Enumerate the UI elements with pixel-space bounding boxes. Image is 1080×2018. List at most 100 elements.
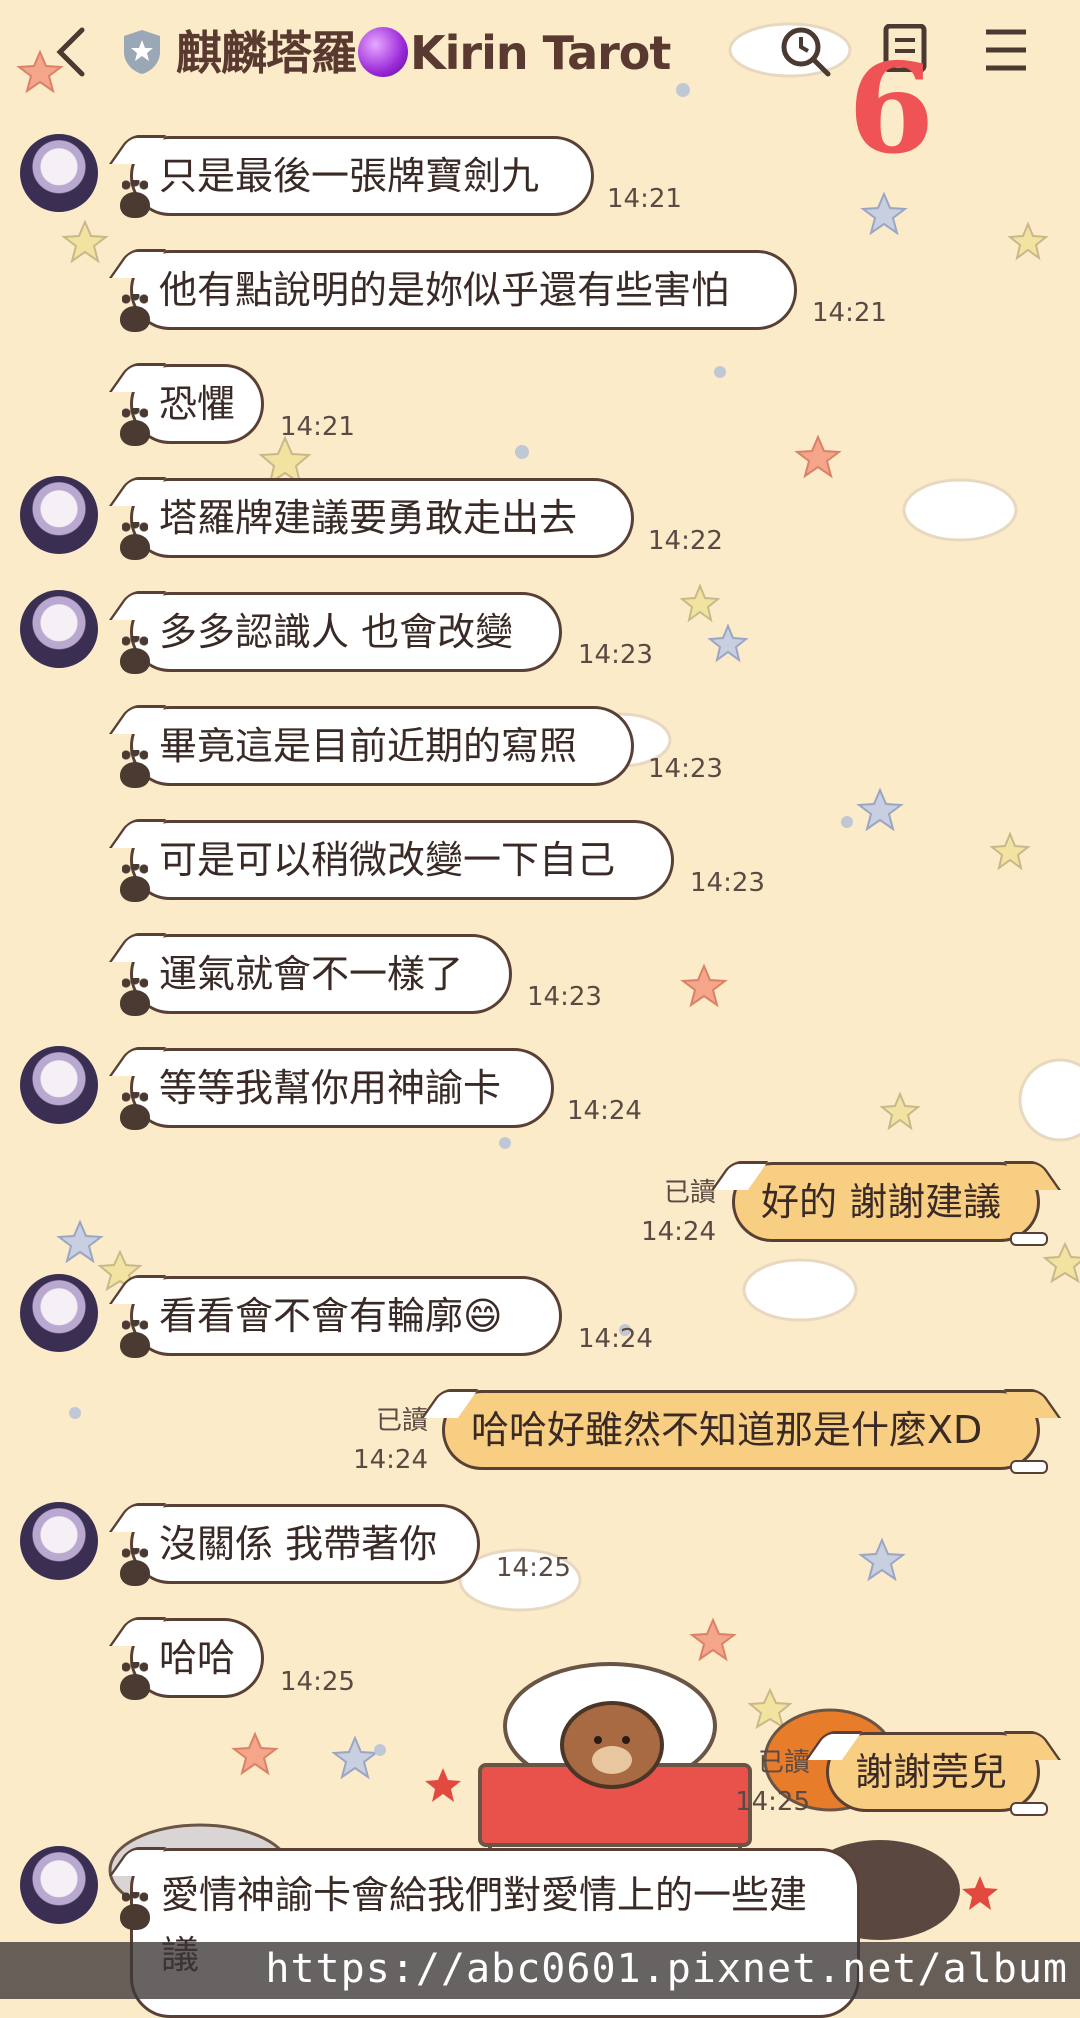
message-bubble[interactable]: 塔羅牌建議要勇敢走出去 (130, 478, 634, 558)
read-receipt: 已讀 14:24 (641, 1178, 716, 1247)
star-icon (231, 1731, 279, 1776)
message-time: 14:25 (280, 1667, 355, 1697)
star-icon (794, 434, 842, 479)
star-icon (331, 1735, 379, 1780)
message-time: 14:25 (496, 1553, 571, 1583)
message-time: 14:24 (578, 1324, 653, 1354)
message-bubble[interactable]: 恐懼 (130, 364, 264, 444)
star-icon (679, 583, 721, 623)
star-icon (989, 831, 1031, 871)
paw-icon (120, 636, 150, 674)
star-icon (858, 1537, 906, 1582)
bone-icon (1010, 1232, 1048, 1246)
message-text: 塔羅牌建議要勇敢走出去 (159, 496, 578, 540)
message-time: 14:24 (567, 1096, 642, 1126)
sender-avatar[interactable] (20, 134, 98, 212)
read-receipt: 已讀 14:24 (353, 1406, 428, 1475)
watermark-url: https://abc0601.pixnet.net/album (265, 1946, 1068, 1992)
message-bubble[interactable]: 謝謝莞兒 (826, 1732, 1040, 1812)
message-bubble[interactable]: 他有點說明的是妳似乎還有些害怕 (130, 250, 797, 330)
cloud-icon (902, 478, 1018, 542)
message-bubble[interactable]: 哈哈 (130, 1618, 264, 1698)
message-time: 14:23 (690, 868, 765, 898)
paw-icon (120, 180, 150, 218)
sender-avatar[interactable] (20, 1846, 98, 1924)
message-bubble[interactable]: 哈哈好雖然不知道那是什麼XD (442, 1390, 1040, 1470)
star-icon (856, 787, 904, 832)
message-text: 多多認識人 也會改變 (159, 610, 514, 654)
chevron-left-icon[interactable] (50, 24, 90, 80)
message-text: 恐懼 (159, 382, 236, 426)
message-bubble[interactable]: 可是可以稍微改變一下自己 (130, 820, 674, 900)
message-bubble[interactable]: 多多認識人 也會改變 (130, 592, 562, 672)
message-bubble[interactable]: 等等我幫你用神諭卡 (130, 1048, 554, 1128)
star-icon (680, 963, 728, 1008)
search-icon[interactable] (778, 24, 834, 80)
paw-icon (120, 408, 150, 446)
sender-avatar[interactable] (20, 1274, 98, 1352)
message-bubble[interactable]: 好的 謝謝建議 (732, 1162, 1040, 1242)
paw-icon (120, 522, 150, 560)
message-text: 好的 謝謝建議 (761, 1180, 1002, 1224)
paw-icon (120, 1662, 150, 1700)
message-text: 只是最後一張牌寶劍九 (159, 154, 540, 198)
message-text: 他有點說明的是妳似乎還有些害怕 (159, 268, 730, 312)
chat-title: 麒麟塔羅 Kirin Tarot (176, 26, 671, 80)
message-bubble[interactable]: 運氣就會不一樣了 (130, 934, 512, 1014)
paw-icon (120, 978, 150, 1016)
message-text: 等等我幫你用神諭卡 (159, 1066, 502, 1110)
star-icon (1042, 1241, 1080, 1284)
star-icon (879, 1091, 921, 1131)
star-icon (707, 623, 749, 663)
message-text: 可是可以稍微改變一下自己 (159, 838, 616, 882)
watermark-bar: https://abc0601.pixnet.net/album (0, 1942, 1080, 1999)
message-text: 沒關係 我帶著你 (159, 1522, 438, 1566)
read-receipt: 已讀 14:25 (735, 1748, 810, 1817)
paw-icon (120, 1320, 150, 1358)
message-bubble[interactable]: 沒關係 我帶著你 (130, 1504, 480, 1584)
shield-star-icon (124, 30, 160, 74)
sender-avatar[interactable] (20, 476, 98, 554)
cloud-icon (742, 1258, 858, 1322)
message-text: 哈哈好雖然不知道那是什麼XD (471, 1408, 983, 1452)
star-icon (747, 1687, 793, 1730)
bone-icon (1010, 1460, 1048, 1474)
message-text: 哈哈 (159, 1636, 236, 1680)
message-text: 運氣就會不一樣了 (159, 952, 464, 996)
sender-avatar[interactable] (20, 590, 98, 668)
message-text: 畢竟這是目前近期的寫照 (159, 724, 578, 768)
message-time: 14:22 (648, 526, 723, 556)
message-time: 14:21 (280, 412, 355, 442)
message-bubble[interactable]: 畢竟這是目前近期的寫照 (130, 706, 634, 786)
page-number-overlay: 6 (848, 37, 935, 182)
bone-icon (1010, 1802, 1048, 1816)
message-text: 看看會不會有輪廓😄 (159, 1294, 503, 1338)
paw-icon (120, 294, 150, 332)
star-icon (860, 191, 908, 236)
message-time: 14:23 (648, 754, 723, 784)
message-time: 14:21 (812, 298, 887, 328)
cloud-icon (1018, 1058, 1080, 1142)
paw-icon (120, 864, 150, 902)
hamburger-menu-icon[interactable] (982, 28, 1030, 72)
message-text: 謝謝莞兒 (855, 1750, 1008, 1794)
star-icon (61, 219, 109, 264)
paw-icon (120, 1548, 150, 1586)
message-bubble[interactable]: 只是最後一張牌寶劍九 (130, 136, 594, 216)
star-icon (425, 1768, 461, 1802)
message-time: 14:23 (527, 982, 602, 1012)
paw-icon (120, 1892, 150, 1930)
paw-icon (120, 1092, 150, 1130)
paw-icon (120, 750, 150, 788)
message-time: 14:23 (578, 640, 653, 670)
crystal-ball-icon (358, 27, 408, 77)
star-icon (962, 1876, 998, 1910)
star-icon (258, 435, 312, 486)
sender-avatar[interactable] (20, 1046, 98, 1124)
brown-bear-illustration (560, 1701, 664, 1789)
message-bubble[interactable]: 看看會不會有輪廓😄 (130, 1276, 562, 1356)
star-icon (689, 1617, 737, 1662)
star-icon (1007, 221, 1049, 261)
sender-avatar[interactable] (20, 1502, 98, 1580)
message-time: 14:21 (607, 184, 682, 214)
